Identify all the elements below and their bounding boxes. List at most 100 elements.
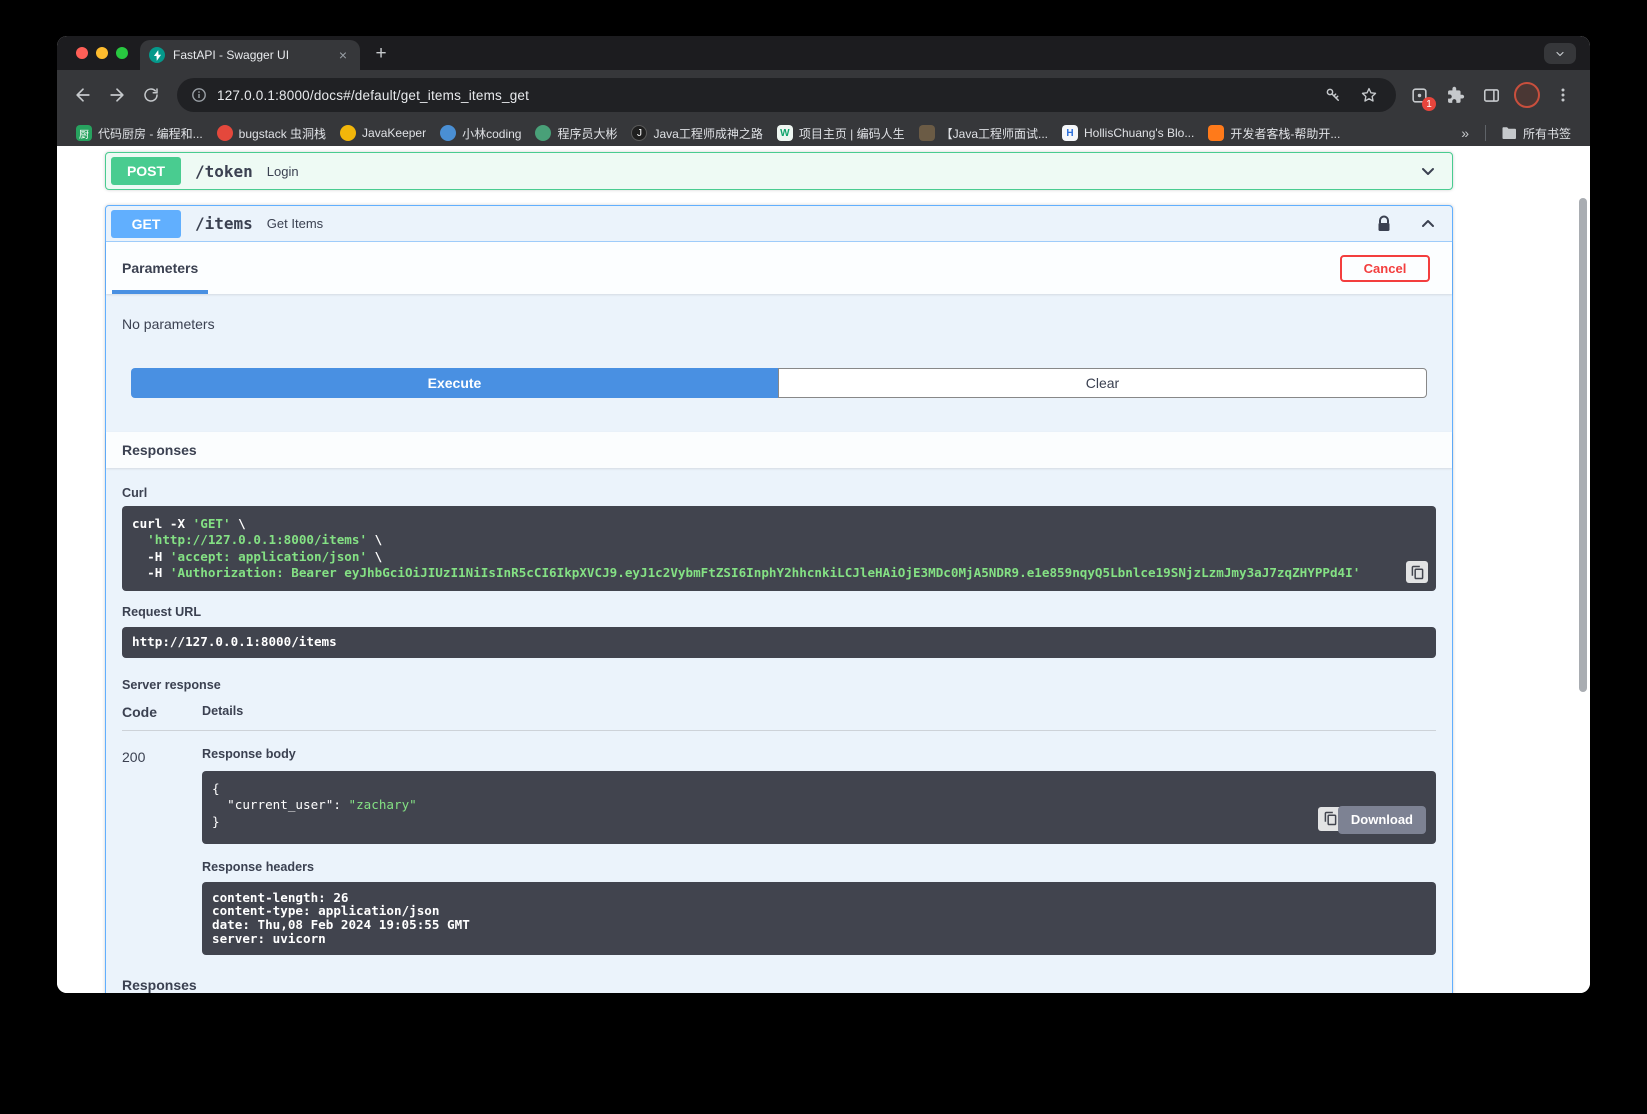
curl-string: 'GET' [192, 516, 231, 531]
response-row: 200 Response body { "current_user": "zac… [122, 747, 1436, 955]
curl-title: Curl [122, 486, 148, 500]
documented-responses-title: Responses [122, 976, 197, 993]
details-column-header: Details [202, 703, 244, 718]
side-panel-icon[interactable] [1478, 82, 1504, 108]
address-bar[interactable]: 127.0.0.1:8000/docs#/default/get_items_i… [177, 78, 1396, 112]
tab-title: FastAPI - Swagger UI [173, 48, 290, 62]
traffic-lights [76, 47, 128, 59]
bookmark-item[interactable]: JavaKeeper [333, 123, 433, 143]
extensions-puzzle-icon[interactable] [1442, 82, 1468, 108]
responses-inner: Curl curl -X 'GET' \ 'http://127.0.0.1:8… [106, 468, 1452, 993]
reload-icon [144, 88, 158, 102]
bookmark-label: Java工程师成神之路 [653, 126, 763, 141]
chevron-down-icon [1422, 168, 1434, 175]
bookmark-label: 小林coding [462, 126, 522, 141]
bookmark-item[interactable]: bugstack 虫洞栈 [210, 123, 333, 144]
copy-curl-button[interactable] [1406, 561, 1428, 584]
extension-icon[interactable]: 1 [1406, 82, 1436, 111]
get-method-badge: GET [111, 209, 181, 238]
bookmark-item[interactable]: 【Java工程师面试... [912, 123, 1055, 144]
tab-search-button[interactable] [1544, 43, 1576, 64]
opblock-get-header[interactable]: GET /items Get Items [106, 206, 1452, 242]
response-headers-title: Response headers [202, 859, 314, 874]
expand-operation-button[interactable] [1412, 161, 1444, 181]
browser-menu-icon[interactable] [1550, 82, 1576, 108]
bookmarks-overflow-button[interactable]: » [1453, 125, 1477, 141]
page-content: POST /token Login GET /items Get Items P… [57, 146, 1590, 993]
folder-icon [1502, 127, 1516, 139]
bookmark-favicon: W [776, 125, 793, 141]
bookmark-star-icon[interactable] [1356, 82, 1382, 108]
execute-button[interactable]: Execute [131, 368, 778, 398]
curl-text: \ [230, 516, 246, 531]
bookmarks-divider [1484, 125, 1486, 141]
no-parameters-text: No parameters [122, 316, 215, 332]
bookmark-favicon: H [1062, 125, 1078, 141]
url-text: 127.0.0.1:8000/docs#/default/get_items_i… [217, 87, 530, 103]
post-path: /token [195, 161, 253, 181]
download-button[interactable]: Download [1337, 805, 1426, 834]
profile-avatar[interactable] [1514, 82, 1540, 108]
post-method-badge: POST [111, 157, 181, 185]
bookmark-label: 开发者客栈-帮助开... [1230, 126, 1341, 141]
collapse-operation-button[interactable] [1412, 214, 1444, 234]
bookmark-item[interactable]: H HollisChuang's Blo... [1055, 123, 1201, 143]
bookmark-item[interactable]: 开发者客栈-帮助开... [1201, 123, 1347, 144]
json-key: "current_user" [227, 797, 334, 813]
curl-text: -H [132, 565, 170, 581]
chevron-up-icon [1422, 219, 1434, 227]
forward-button[interactable] [101, 79, 133, 111]
bookmark-item[interactable]: W 项目主页 | 编码人生 [770, 123, 912, 144]
curl-string: 'Authorization: Bearer eyJhbGciOiJIUzI1N… [169, 565, 1361, 581]
status-code: 200 [122, 748, 146, 765]
header-line: server: uvicorn [212, 930, 326, 946]
clear-button[interactable]: Clear [778, 368, 1427, 398]
response-body: { "current_user": "zachary" } Download [202, 770, 1436, 844]
curl-text: \ [367, 548, 383, 564]
cancel-button[interactable]: Cancel [1340, 254, 1430, 282]
new-tab-button[interactable]: + [368, 41, 394, 67]
curl-string: 'accept: application/json' [169, 548, 368, 564]
bookmark-label: 程序员大彬 [557, 126, 618, 141]
bookmark-label: JavaKeeper [362, 126, 427, 140]
bookmark-favicon [440, 125, 457, 141]
curl-string: 'http://127.0.0.1:8000/items' [147, 532, 368, 548]
scrollbar-thumb[interactable] [1579, 198, 1587, 692]
browser-toolbar: 127.0.0.1:8000/docs#/default/get_items_i… [57, 70, 1590, 120]
toolbar-right-icons: 1 [1406, 82, 1580, 111]
forward-arrow-icon [110, 88, 124, 102]
reload-button[interactable] [135, 79, 167, 111]
back-button[interactable] [67, 79, 99, 111]
browser-window: FastAPI - Swagger UI × + 127.0.0.1:8000/… [57, 36, 1590, 993]
bookmark-label: HollisChuang's Blo... [1084, 126, 1195, 140]
bookmark-item[interactable]: 小林coding [433, 123, 528, 144]
parameters-section-header: Parameters Cancel [106, 242, 1452, 294]
chevron-down-icon [1556, 51, 1564, 56]
curl-text: -H [132, 548, 170, 564]
post-summary: Login [266, 163, 299, 179]
close-window-button[interactable] [76, 47, 88, 59]
bookmark-favicon [216, 125, 233, 141]
bookmark-favicon [340, 125, 357, 141]
authorize-lock-button[interactable] [1370, 215, 1398, 233]
site-info-icon[interactable] [191, 87, 207, 103]
fullscreen-window-button[interactable] [116, 47, 128, 59]
bookmark-label: 项目主页 | 编码人生 [798, 126, 905, 141]
password-key-icon[interactable] [1320, 82, 1346, 108]
tab-close-icon[interactable]: × [335, 47, 351, 63]
opblock-body: Parameters Cancel No parameters Execute … [106, 242, 1452, 993]
browser-tab[interactable]: FastAPI - Swagger UI × [140, 40, 360, 70]
minimize-window-button[interactable] [96, 47, 108, 59]
bookmark-label: 代码厨房 - 编程和... [98, 126, 203, 141]
response-body-title: Response body [202, 746, 296, 761]
response-details-cell: Response body { "current_user": "zachary… [202, 747, 1436, 955]
json-value: "zachary" [348, 797, 417, 813]
bookmark-item[interactable]: J Java工程师成神之路 [624, 123, 769, 144]
tab-strip: FastAPI - Swagger UI × + [57, 36, 1590, 70]
bookmark-item[interactable]: 程序员大彬 [528, 123, 624, 144]
all-bookmarks-button[interactable]: 所有书签 [1494, 123, 1578, 144]
opblock-post-token: POST /token Login [105, 152, 1453, 190]
bookmark-item[interactable]: 厨代码厨房 - 编程和... [69, 123, 210, 144]
tab-parameters[interactable]: Parameters [112, 242, 209, 294]
opblock-post-header[interactable]: POST /token Login [106, 153, 1452, 189]
